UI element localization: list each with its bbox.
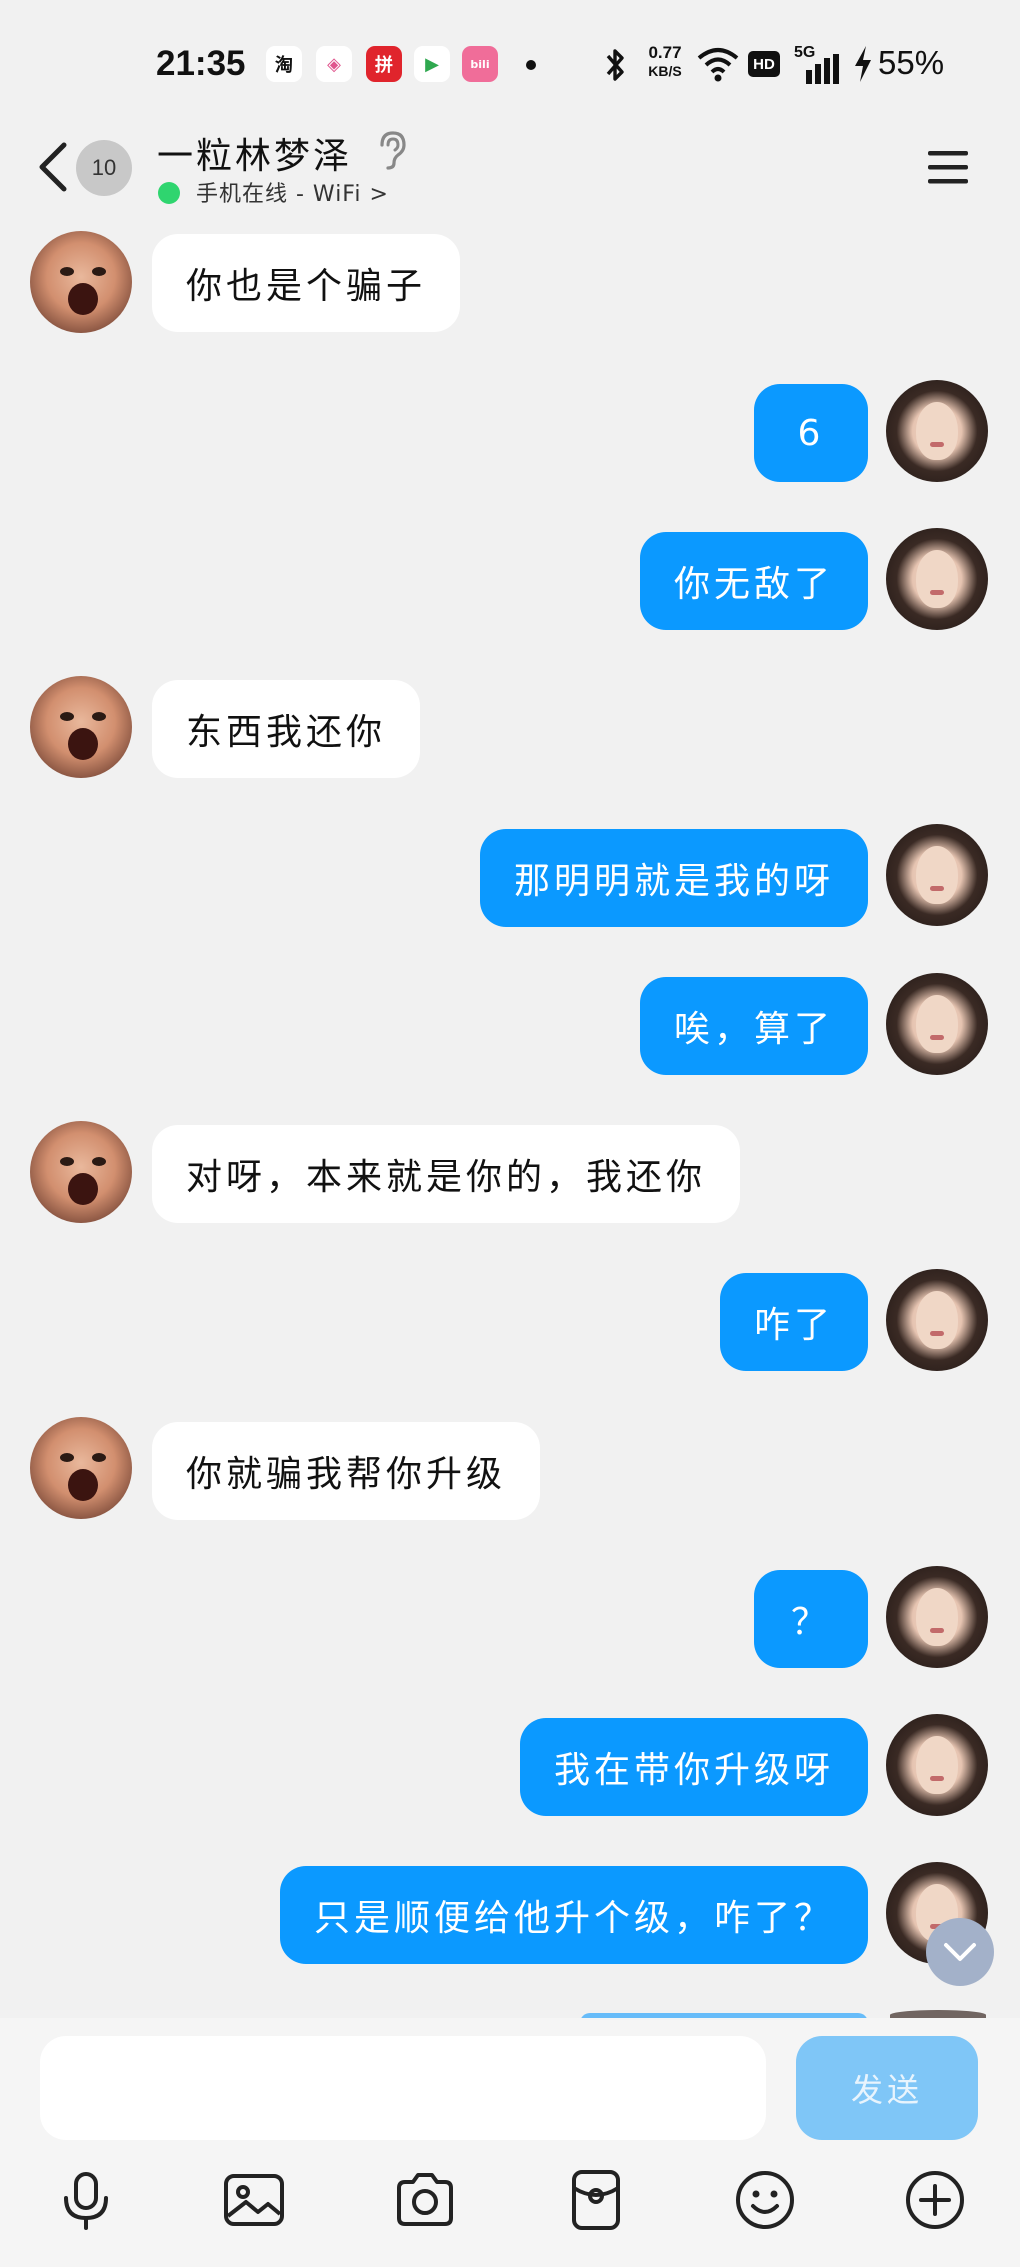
pinduoduo-icon: 拼 <box>366 46 402 82</box>
wifi-icon <box>697 48 739 82</box>
video-app-icon: ▶ <box>414 46 450 82</box>
contact-avatar[interactable] <box>30 676 132 778</box>
contact-avatar[interactable] <box>30 231 132 333</box>
taobao-icon: 淘 <box>266 46 302 82</box>
back-icon[interactable] <box>32 139 74 195</box>
my-avatar[interactable] <box>886 1566 988 1668</box>
menu-icon[interactable] <box>926 145 970 189</box>
microphone-icon[interactable] <box>54 2168 118 2232</box>
battery-percentage: 55% <box>878 44 945 81</box>
message-input[interactable] <box>40 2036 766 2140</box>
net-speed: 0.77 KB/S <box>648 43 682 80</box>
camera-icon[interactable] <box>393 2168 457 2232</box>
message-bubble-received[interactable]: 对呀，本来就是你的，我还你 <box>152 1125 741 1223</box>
bilibili-icon: bili <box>462 46 498 82</box>
plus-icon[interactable] <box>903 2168 967 2232</box>
message-bubble-received[interactable]: 东西我还你 <box>152 680 421 778</box>
status-bar: 21:35 淘 ◈ 拼 ▶ bili 0.77 KB/S HD 5G 55% <box>0 0 1020 130</box>
status-time: 21:35 <box>156 44 246 83</box>
image-icon[interactable] <box>222 2168 286 2232</box>
scroll-to-bottom-button[interactable] <box>926 1918 994 1986</box>
my-avatar[interactable] <box>886 1714 988 1816</box>
send-button[interactable]: 发送 <box>796 2036 978 2140</box>
signal-icon <box>806 54 839 84</box>
hd-badge: HD <box>748 51 780 77</box>
my-avatar[interactable] <box>886 824 988 926</box>
emoji-icon[interactable] <box>733 2168 797 2232</box>
notification-dot-icon <box>526 60 536 70</box>
contact-name[interactable]: 一粒林梦泽 <box>157 127 352 179</box>
colorful-app-icon: ◈ <box>316 46 352 82</box>
contact-avatar[interactable] <box>30 1121 132 1223</box>
charging-icon <box>855 46 871 82</box>
message-bubble-sent[interactable]: ？ <box>754 1570 868 1668</box>
message-bubble-received[interactable]: 你也是个骗子 <box>152 234 461 332</box>
red-packet-icon[interactable] <box>564 2168 628 2232</box>
my-avatar[interactable] <box>886 1269 988 1371</box>
my-avatar[interactable] <box>886 973 988 1075</box>
message-bubble-sent[interactable]: 唉，算了 <box>639 977 868 1075</box>
message-bubble-sent[interactable]: 我在带你升级呀 <box>519 1718 868 1816</box>
message-bubble-sent[interactable]: 那明明就是我的呀 <box>479 829 868 927</box>
unread-count-badge[interactable]: 10 <box>76 140 132 196</box>
my-avatar[interactable] <box>886 380 988 482</box>
my-avatar[interactable] <box>886 528 988 630</box>
online-status-label[interactable]: 手机在线 - WiFi > <box>196 176 389 208</box>
message-bubble-received[interactable]: 你就骗我帮你升级 <box>152 1422 541 1520</box>
chevron-down-icon <box>944 1943 976 1961</box>
message-bubble-sent[interactable]: 你无敌了 <box>639 532 868 630</box>
bluetooth-icon <box>606 49 624 81</box>
message-bubble-sent[interactable]: 只是顺便给他升个级，咋了？ <box>279 1866 868 1964</box>
message-bubble-sent[interactable]: 咋了 <box>719 1273 868 1371</box>
contact-avatar[interactable] <box>30 1417 132 1519</box>
chat-header: 10 一粒林梦泽 手机在线 - WiFi > <box>0 125 1020 225</box>
ear-icon[interactable] <box>374 129 410 171</box>
online-status-dot <box>158 182 180 204</box>
message-bubble-sent[interactable]: 6 <box>754 384 868 482</box>
